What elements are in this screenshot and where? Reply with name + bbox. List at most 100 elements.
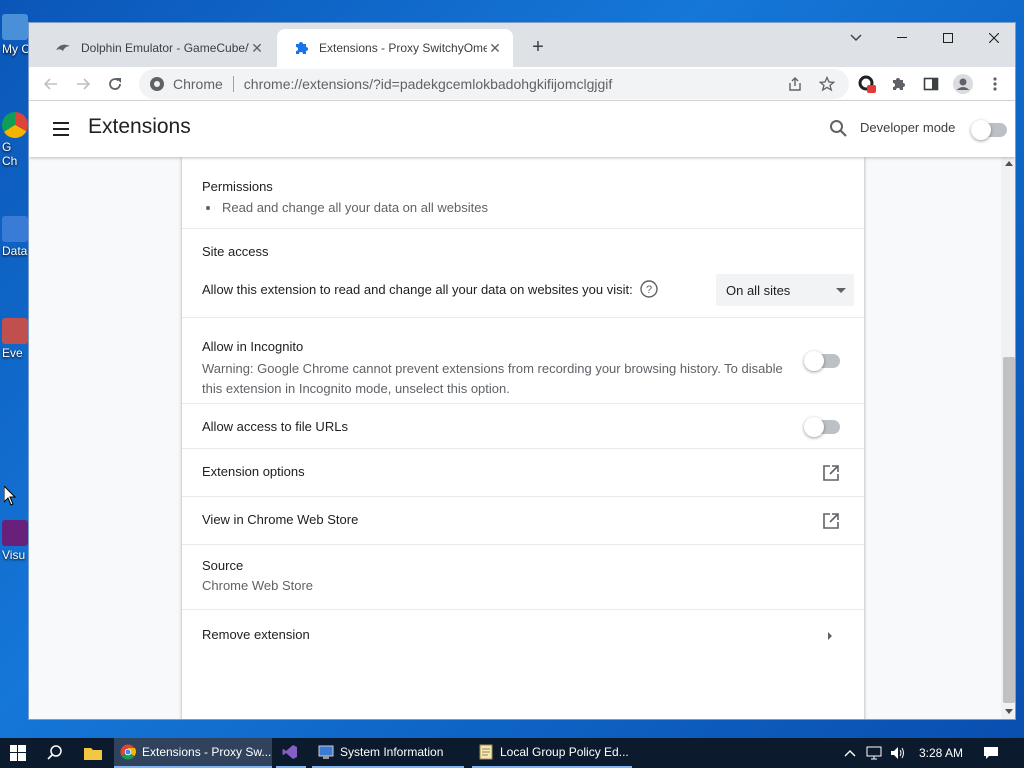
toggle-knob	[971, 120, 991, 140]
site-access-section: Site access Allow this extension to read…	[182, 229, 864, 318]
source-section: Source Chrome Web Store	[182, 545, 864, 610]
profile-button[interactable]	[951, 72, 975, 96]
dolphin-icon	[55, 40, 71, 56]
site-access-value: On all sites	[726, 282, 791, 298]
taskbar-app-label: System Information	[340, 745, 444, 759]
incognito-section: Allow in Incognito Warning: Google Chrom…	[182, 318, 864, 404]
show-hidden-icons-button[interactable]	[842, 738, 858, 768]
taskbar-app-group-policy[interactable]: Local Group Policy Ed...	[472, 738, 632, 768]
close-icon[interactable]: ✕	[487, 40, 503, 56]
file-explorer-button[interactable]	[78, 738, 108, 768]
open-in-new-icon[interactable]	[822, 464, 840, 482]
site-name: Chrome	[173, 76, 223, 92]
url-text[interactable]: chrome://extensions/?id=padekgcemlokbado…	[244, 76, 612, 92]
developer-mode-toggle[interactable]	[971, 120, 1007, 140]
notification-icon	[984, 747, 998, 759]
close-icon[interactable]: ✕	[249, 40, 265, 56]
tab-dolphin-emulator[interactable]: Dolphin Emulator - GameCube/Wii ✕	[39, 29, 275, 67]
new-tab-button[interactable]: +	[527, 37, 549, 59]
reload-button[interactable]	[103, 72, 127, 96]
tab-title: Dolphin Emulator - GameCube/Wii	[81, 41, 249, 55]
extension-options-label: Extension options	[202, 464, 305, 479]
chrome-icon	[2, 112, 28, 138]
browser-toolbar: Chrome chrome://extensions/?id=padekgcem…	[29, 67, 1015, 101]
taskbar-app-visual-studio[interactable]	[276, 738, 306, 768]
developer-mode-label: Developer mode	[860, 120, 956, 135]
address-bar[interactable]: Chrome chrome://extensions/?id=padekgcem…	[139, 69, 849, 99]
site-access-select[interactable]: On all sites	[716, 274, 854, 306]
speaker-icon	[891, 747, 904, 759]
file-urls-section: Allow access to file URLs	[182, 404, 864, 449]
toggle-knob	[804, 417, 824, 437]
file-urls-label: Allow access to file URLs	[202, 419, 348, 434]
mouse-cursor-icon	[4, 486, 16, 506]
close-window-button[interactable]	[971, 23, 1015, 53]
back-button[interactable]	[39, 72, 63, 96]
side-panel-icon	[923, 77, 939, 91]
start-button[interactable]	[0, 738, 36, 768]
extension-options-row[interactable]: Extension options	[182, 449, 864, 497]
volume-button[interactable]	[888, 738, 908, 768]
help-icon[interactable]: ?	[640, 280, 658, 298]
network-button[interactable]	[864, 738, 884, 768]
switchyomega-icon	[858, 75, 876, 93]
share-button[interactable]	[783, 72, 807, 96]
scrollbar-thumb[interactable]	[1003, 357, 1015, 703]
site-access-prompt: Allow this extension to read and change …	[202, 282, 633, 297]
puzzle-icon	[293, 40, 309, 56]
minimize-icon	[897, 37, 907, 38]
switchyomega-extension-button[interactable]	[855, 72, 879, 96]
chevron-up-icon	[844, 750, 856, 757]
clock[interactable]: 3:28 AM	[916, 738, 966, 768]
incognito-label: Allow in Incognito	[202, 339, 304, 354]
chevron-down-icon	[850, 34, 862, 41]
search-button[interactable]	[40, 738, 70, 768]
svg-text:?: ?	[646, 284, 652, 296]
chevron-right-icon	[828, 632, 832, 640]
reload-icon	[109, 78, 121, 90]
incognito-toggle[interactable]	[804, 351, 840, 371]
file-urls-toggle[interactable]	[804, 417, 840, 437]
visual-studio-icon	[2, 520, 28, 546]
open-in-new-icon[interactable]	[822, 512, 840, 530]
scroll-up-icon[interactable]	[1005, 161, 1013, 166]
web-store-row[interactable]: View in Chrome Web Store	[182, 497, 864, 545]
maximize-button[interactable]	[925, 23, 971, 53]
search-icon[interactable]	[829, 119, 849, 139]
computer-icon	[2, 14, 28, 40]
taskbar-app-system-information[interactable]: System Information	[312, 738, 464, 768]
group-policy-icon	[479, 744, 493, 760]
page-scrollbar[interactable]	[1001, 157, 1015, 719]
bookmark-button[interactable]	[815, 72, 839, 96]
remove-extension-row[interactable]: Remove extension	[182, 610, 864, 660]
network-icon	[866, 746, 882, 760]
side-panel-button[interactable]	[919, 72, 943, 96]
tab-extensions[interactable]: Extensions - Proxy SwitchyOmega ✕	[277, 29, 513, 67]
taskbar-app-label: Extensions - Proxy Sw...	[142, 745, 272, 759]
forward-button[interactable]	[71, 72, 95, 96]
site-access-label: Site access	[202, 244, 269, 259]
puzzle-icon	[893, 78, 905, 90]
menu-button[interactable]	[983, 72, 1007, 96]
arrow-right-icon	[77, 78, 91, 90]
bullet	[206, 206, 210, 210]
permissions-section: Permissions Read and change all your dat…	[182, 157, 864, 229]
share-icon	[789, 77, 801, 91]
tab-strip: Dolphin Emulator - GameCube/Wii ✕ Extens…	[29, 23, 1015, 67]
star-icon	[819, 76, 835, 92]
chrome-icon	[120, 744, 136, 760]
minimize-button[interactable]	[879, 23, 925, 53]
extensions-button[interactable]	[887, 72, 911, 96]
chrome-window: Dolphin Emulator - GameCube/Wii ✕ Extens…	[28, 22, 1016, 720]
close-icon	[989, 33, 999, 43]
event-viewer-icon	[2, 318, 28, 344]
hamburger-menu-icon[interactable]	[51, 119, 73, 139]
search-icon	[47, 745, 62, 760]
permission-item: Read and change all your data on all web…	[222, 200, 488, 215]
scroll-down-icon[interactable]	[1005, 709, 1013, 714]
tab-search-button[interactable]	[833, 23, 879, 53]
visual-studio-icon	[282, 745, 297, 759]
taskbar-app-chrome[interactable]: Extensions - Proxy Sw...	[114, 738, 272, 768]
action-center-button[interactable]	[978, 738, 1004, 768]
divider	[232, 76, 234, 92]
